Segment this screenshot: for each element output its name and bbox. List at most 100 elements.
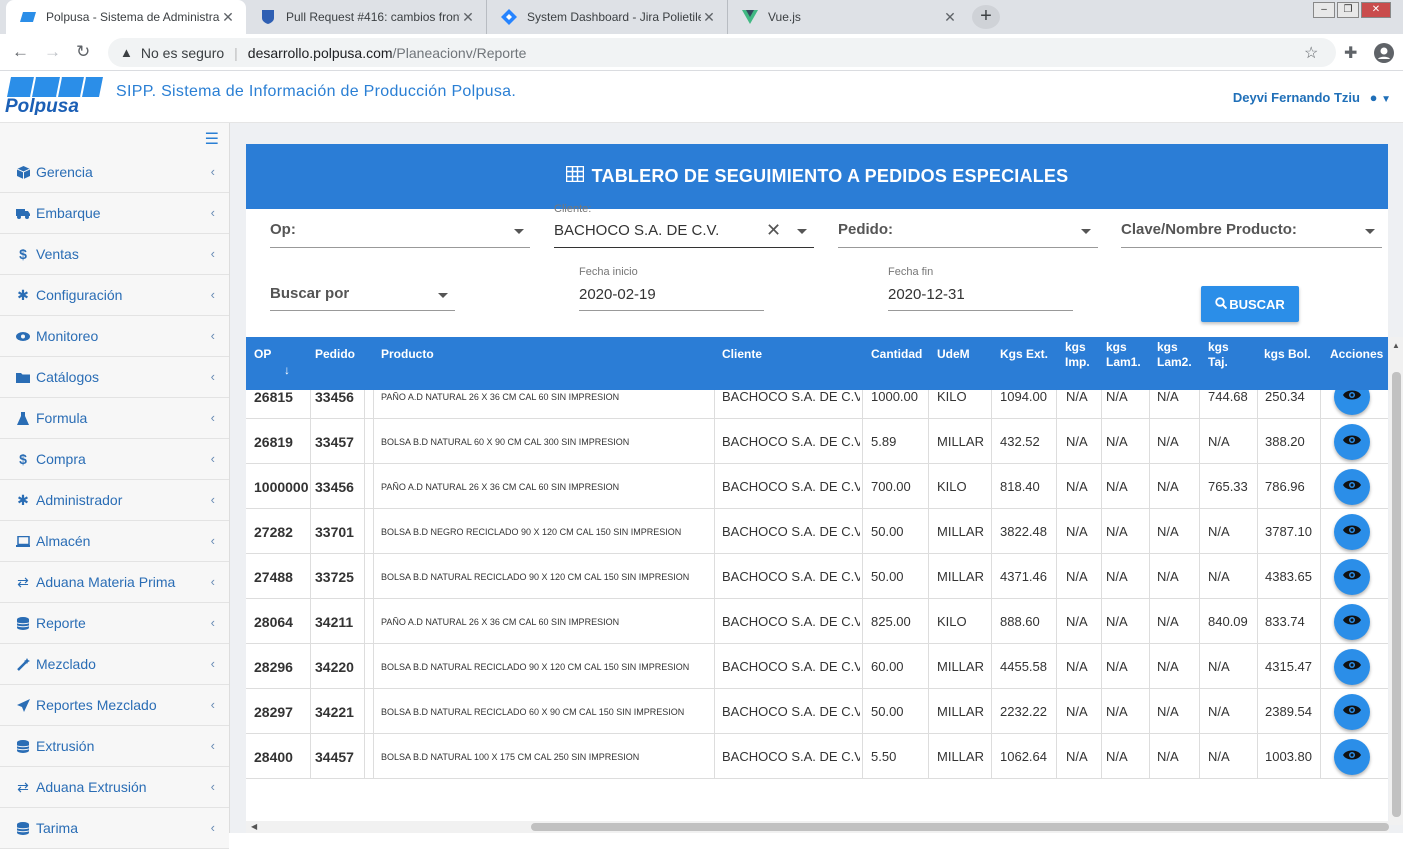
scroll-up-icon[interactable]: ▲ [1392,341,1400,350]
url-bar[interactable]: ▲ No es seguro | desarrollo.polpusa.com … [108,38,1336,67]
cell-kgs-bol: 833.74 [1265,614,1305,629]
address-bar-row: ← → ↻ ▲ No es seguro | desarrollo.polpus… [0,34,1403,71]
column-divider [1257,689,1258,734]
sidebar-item-tarima[interactable]: Tarima ‹ [0,808,229,849]
col-header-kgs-taj[interactable]: kgs Taj. [1208,340,1238,370]
sidebar-item-label: Reporte [36,615,86,631]
back-icon[interactable]: ← [12,42,29,62]
view-button[interactable] [1334,649,1370,685]
col-header-kgs-lam1[interactable]: kgs Lam1. [1106,340,1146,370]
view-button[interactable] [1334,469,1370,505]
col-header-kgs-ext[interactable]: Kgs Ext. [1000,347,1048,362]
send-icon [16,698,30,712]
buscar-label: BUSCAR [1229,296,1285,312]
column-divider [1257,464,1258,509]
polpusa-logo[interactable]: Polpusa [5,75,107,117]
browser-tab-vue[interactable]: Vue.js ✕ [728,0,968,34]
bookmark-star-icon[interactable]: ☆ [1304,43,1318,63]
sidebar-item-administrador[interactable]: ✱ Administrador ‹ [0,480,229,521]
forward-icon[interactable]: → [44,42,61,62]
sidebar-item-label: Configuración [36,287,123,303]
cell-kgs-taj: N/A [1208,434,1230,449]
col-header-kgs-lam2[interactable]: kgs Lam2. [1157,340,1197,370]
view-button[interactable] [1334,559,1370,595]
horizontal-scrollbar[interactable]: ◀ [246,821,1389,833]
table-row: 1000000 33456 PAÑO A.D NATURAL 26 X 36 CM … [246,464,1388,509]
user-menu[interactable]: Deyvi Fernando Tziu ● ▼ [1233,90,1391,105]
cell-kgs-imp: N/A [1066,749,1088,764]
view-button[interactable] [1334,424,1370,460]
cell-kgs-imp: N/A [1066,659,1088,674]
close-icon[interactable]: ✕ [220,9,236,26]
security-label: No es seguro [140,44,225,61]
cell-kgs-bol: 2389.54 [1265,704,1312,719]
cell-udem: KILO [937,614,967,629]
warning-icon[interactable]: ▲ [120,45,133,60]
view-button[interactable] [1334,694,1370,730]
maximize-button[interactable]: ❐ [1337,2,1359,18]
sidebar-item-catalogos[interactable]: Catálogos ‹ [0,357,229,398]
cell-kgs-lam2: N/A [1157,614,1179,629]
sidebar-item-reportes-mezclado[interactable]: Reportes Mezclado ‹ [0,685,229,726]
sidebar-item-formula[interactable]: Formula ‹ [0,398,229,439]
sidebar-item-aduana-extrusion[interactable]: ⇄ Aduana Extrusión ‹ [0,767,229,808]
sidebar-item-aduana-materia-prima[interactable]: ⇄ Aduana Materia Prima ‹ [0,562,229,603]
new-tab-button[interactable]: + [972,5,1000,29]
col-header-producto[interactable]: Producto [381,347,434,362]
sidebar-item-label: Formula [36,410,88,426]
close-icon[interactable]: ✕ [942,9,958,26]
close-window-button[interactable]: ✕ [1361,2,1391,18]
col-header-acciones: Acciones [1330,347,1384,361]
view-button[interactable] [1334,739,1370,775]
sidebar-item-ventas[interactable]: $ Ventas ‹ [0,234,229,275]
browser-tab-pull-request[interactable]: Pull Request #416: cambios front ✕ [246,0,487,34]
view-button[interactable] [1334,514,1370,550]
cell-cliente: BACHOCO S.A. DE C.V. [722,704,860,719]
eye-icon [1343,613,1361,631]
col-header-kgs-imp[interactable]: kgs Imp. [1065,340,1095,370]
reload-icon[interactable]: ↻ [76,42,90,62]
cell-kgs-lam2: N/A [1157,749,1179,764]
sidebar-item-configuracion[interactable]: ✱ Configuración ‹ [0,275,229,316]
col-header-kgs-bol[interactable]: kgs Bol. [1264,347,1311,362]
sidebar-item-label: Mezclado [36,656,96,672]
col-header-cliente[interactable]: Cliente [722,347,762,362]
sidebar-item-embarque[interactable]: Embarque ‹ [0,193,229,234]
col-header-udem[interactable]: UdeM [937,347,970,362]
minimize-button[interactable]: – [1313,2,1335,18]
col-header-op[interactable]: OP [254,347,271,362]
horizontal-scroll-thumb[interactable] [531,823,1389,831]
column-divider [310,464,311,509]
close-icon[interactable]: ✕ [701,9,717,26]
clear-icon[interactable]: ✕ [766,220,781,241]
arrow-down-icon[interactable]: ↓ [284,363,290,378]
sidebar-item-gerencia[interactable]: Gerencia ‹ [0,152,229,193]
sidebar-item-almacen[interactable]: Almacén ‹ [0,521,229,562]
sidebar-item-extrusion[interactable]: Extrusión ‹ [0,726,229,767]
sidebar-item-monitoreo[interactable]: Monitoreo ‹ [0,316,229,357]
table-grid-icon [565,165,584,187]
col-header-cantidad[interactable]: Cantidad [871,347,922,362]
extensions-icon[interactable]: ✚ [1344,43,1357,63]
cell-cantidad: 50.00 [871,524,904,539]
sidebar-item-reporte[interactable]: Reporte ‹ [0,603,229,644]
view-button[interactable] [1334,604,1370,640]
wand-icon [16,657,30,671]
cell-op: 28064 [254,613,293,630]
close-icon[interactable]: ✕ [460,9,476,26]
jira-icon [501,9,517,25]
col-header-pedido[interactable]: Pedido [315,347,355,362]
profile-icon[interactable] [1374,43,1394,68]
scroll-left-icon[interactable]: ◀ [251,822,257,831]
cell-udem: MILLAR [937,524,984,539]
report-card: TABLERO DE SEGUIMIENTO A PEDIDOS ESPECIA… [246,144,1388,833]
vertical-scroll-thumb[interactable] [1392,372,1401,817]
column-divider [310,509,311,554]
sidebar-item-mezclado[interactable]: Mezclado ‹ [0,644,229,685]
hamburger-menu-icon[interactable]: ☰ [205,129,219,149]
vertical-scrollbar[interactable]: ▲ [1389,337,1403,825]
buscar-button[interactable]: BUSCAR [1201,286,1299,322]
browser-tab-polpusa[interactable]: Polpusa - Sistema de Administra ✕ [6,0,246,34]
browser-tab-jira[interactable]: System Dashboard - Jira Polietile ✕ [487,0,728,34]
sidebar-item-compra[interactable]: $ Compra ‹ [0,439,229,480]
